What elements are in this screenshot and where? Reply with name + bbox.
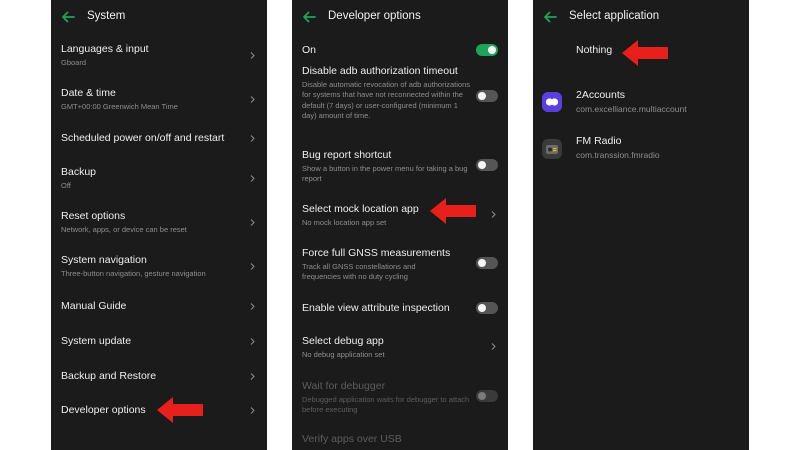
settings-item-title: System update <box>61 335 132 347</box>
setting-description: Track all GNSS constellations and freque… <box>302 262 416 282</box>
red-pointer-arrow-icon <box>430 198 476 224</box>
setting-select-debug-app[interactable]: Select debug app No debug application se… <box>302 335 498 361</box>
app-package: com.excelliance.multiaccount <box>576 104 687 114</box>
setting-disable-adb-authorization-timeout[interactable]: Disable adb authorization timeout Disabl… <box>302 65 498 129</box>
settings-item-title: Scheduled power on/off and restart <box>61 132 225 144</box>
settings-item-title: Languages & input <box>61 43 149 55</box>
developer-options-master-toggle-row[interactable]: On <box>302 44 498 58</box>
setting-description: No mock location app set <box>302 218 387 227</box>
setting-title: Select mock location app <box>302 203 419 215</box>
setting-description: No debug application set <box>302 350 385 359</box>
settings-item-title: Backup <box>61 166 97 178</box>
settings-item-title: Reset options <box>61 210 126 222</box>
gnss-measurements-toggle[interactable] <box>476 257 498 269</box>
setting-view-attribute-inspection[interactable]: Enable view attribute inspection <box>302 302 498 316</box>
setting-title: Select debug app <box>302 335 384 347</box>
settings-item-date-time[interactable]: Date & time GMT+00:00 Greenwich Mean Tim… <box>61 87 257 113</box>
chevron-right-icon <box>250 175 255 182</box>
chevron-right-icon <box>250 96 255 103</box>
settings-item-subtitle: Network, apps, or device can be reset <box>61 225 187 234</box>
chevron-right-icon <box>250 407 255 414</box>
system-settings-panel: System Languages & input Gboard Date & t… <box>51 0 267 450</box>
wait-for-debugger-toggle <box>476 390 498 402</box>
chevron-right-icon <box>250 219 255 226</box>
fm-radio-app-icon <box>542 139 562 159</box>
chevron-right-icon <box>250 303 255 310</box>
setting-description: Disable automatic revocation of adb auth… <box>302 80 471 120</box>
developer-options-toggle[interactable] <box>476 44 498 56</box>
red-pointer-arrow-icon <box>157 397 203 423</box>
settings-item-languages-input[interactable]: Languages & input Gboard <box>61 43 257 69</box>
settings-item-system-navigation[interactable]: System navigation Three-button navigatio… <box>61 254 257 280</box>
header: Developer options <box>292 0 508 34</box>
chevron-right-icon <box>250 263 255 270</box>
settings-item-subtitle: Off <box>61 181 71 190</box>
developer-options-panel: Developer options On Disable adb authori… <box>292 0 508 450</box>
page-title: Developer options <box>328 10 421 22</box>
chevron-right-icon <box>491 211 496 218</box>
setting-title: Enable view attribute inspection <box>302 302 450 314</box>
settings-item-backup[interactable]: Backup Off <box>61 166 257 192</box>
setting-title: Wait for debugger <box>302 380 386 392</box>
app-option-label: Nothing <box>576 44 613 56</box>
setting-wait-for-debugger: Wait for debugger Debugged application w… <box>302 380 498 416</box>
settings-item-title: Date & time <box>61 87 116 99</box>
adb-timeout-toggle[interactable] <box>476 90 498 102</box>
back-arrow-icon[interactable] <box>301 9 317 25</box>
chevron-right-icon <box>491 343 496 350</box>
settings-item-system-update[interactable]: System update <box>61 335 257 349</box>
back-arrow-icon[interactable] <box>542 9 558 25</box>
page-title: System <box>87 10 126 22</box>
setting-title: Force full GNSS measurements <box>302 247 451 259</box>
setting-verify-apps-over-usb[interactable]: Verify apps over USB <box>302 433 498 447</box>
setting-title: Verify apps over USB <box>302 433 402 445</box>
settings-item-backup-restore[interactable]: Backup and Restore <box>61 370 257 384</box>
chevron-right-icon <box>250 338 255 345</box>
header: Select application <box>533 0 749 34</box>
setting-title: Disable adb authorization timeout <box>302 65 458 77</box>
select-application-panel: Select application Nothing 2Accounts com… <box>533 0 749 450</box>
chevron-right-icon <box>250 52 255 59</box>
setting-description: Show a button in the power menu for taki… <box>302 164 468 184</box>
app-option-2accounts[interactable]: 2Accounts com.excelliance.multiaccount <box>533 89 739 117</box>
settings-item-subtitle: Three-button navigation, gesture navigat… <box>61 269 206 278</box>
view-attribute-inspection-toggle[interactable] <box>476 302 498 314</box>
settings-item-title: Manual Guide <box>61 300 127 312</box>
settings-item-title: Backup and Restore <box>61 370 157 382</box>
chevron-right-icon <box>250 135 255 142</box>
header: System <box>51 0 267 34</box>
back-arrow-icon[interactable] <box>60 9 76 25</box>
settings-item-scheduled-power[interactable]: Scheduled power on/off and restart <box>61 132 257 146</box>
red-pointer-arrow-icon <box>622 40 668 66</box>
settings-item-subtitle: GMT+00:00 Greenwich Mean Time <box>61 102 178 111</box>
settings-item-subtitle: Gboard <box>61 58 87 67</box>
settings-item-title: System navigation <box>61 254 147 266</box>
two-accounts-app-icon <box>542 92 562 112</box>
app-option-fm-radio[interactable]: FM Radio com.transsion.fmradio <box>533 135 739 163</box>
settings-item-reset-options[interactable]: Reset options Network, apps, or device c… <box>61 210 257 236</box>
app-name: FM Radio <box>576 135 622 147</box>
app-name: 2Accounts <box>576 89 626 101</box>
settings-item-manual-guide[interactable]: Manual Guide <box>61 300 257 314</box>
setting-title: Bug report shortcut <box>302 149 392 161</box>
chevron-right-icon <box>250 373 255 380</box>
setting-description: Debugged application waits for debugger … <box>302 395 470 415</box>
setting-force-full-gnss[interactable]: Force full GNSS measurements Track all G… <box>302 247 498 283</box>
settings-item-title: Developer options <box>61 404 146 416</box>
app-package: com.transsion.fmradio <box>576 150 660 160</box>
page-title: Select application <box>569 10 660 22</box>
on-label: On <box>302 44 317 56</box>
setting-bug-report-shortcut[interactable]: Bug report shortcut Show a button in the… <box>302 149 498 185</box>
bug-report-shortcut-toggle[interactable] <box>476 159 498 171</box>
